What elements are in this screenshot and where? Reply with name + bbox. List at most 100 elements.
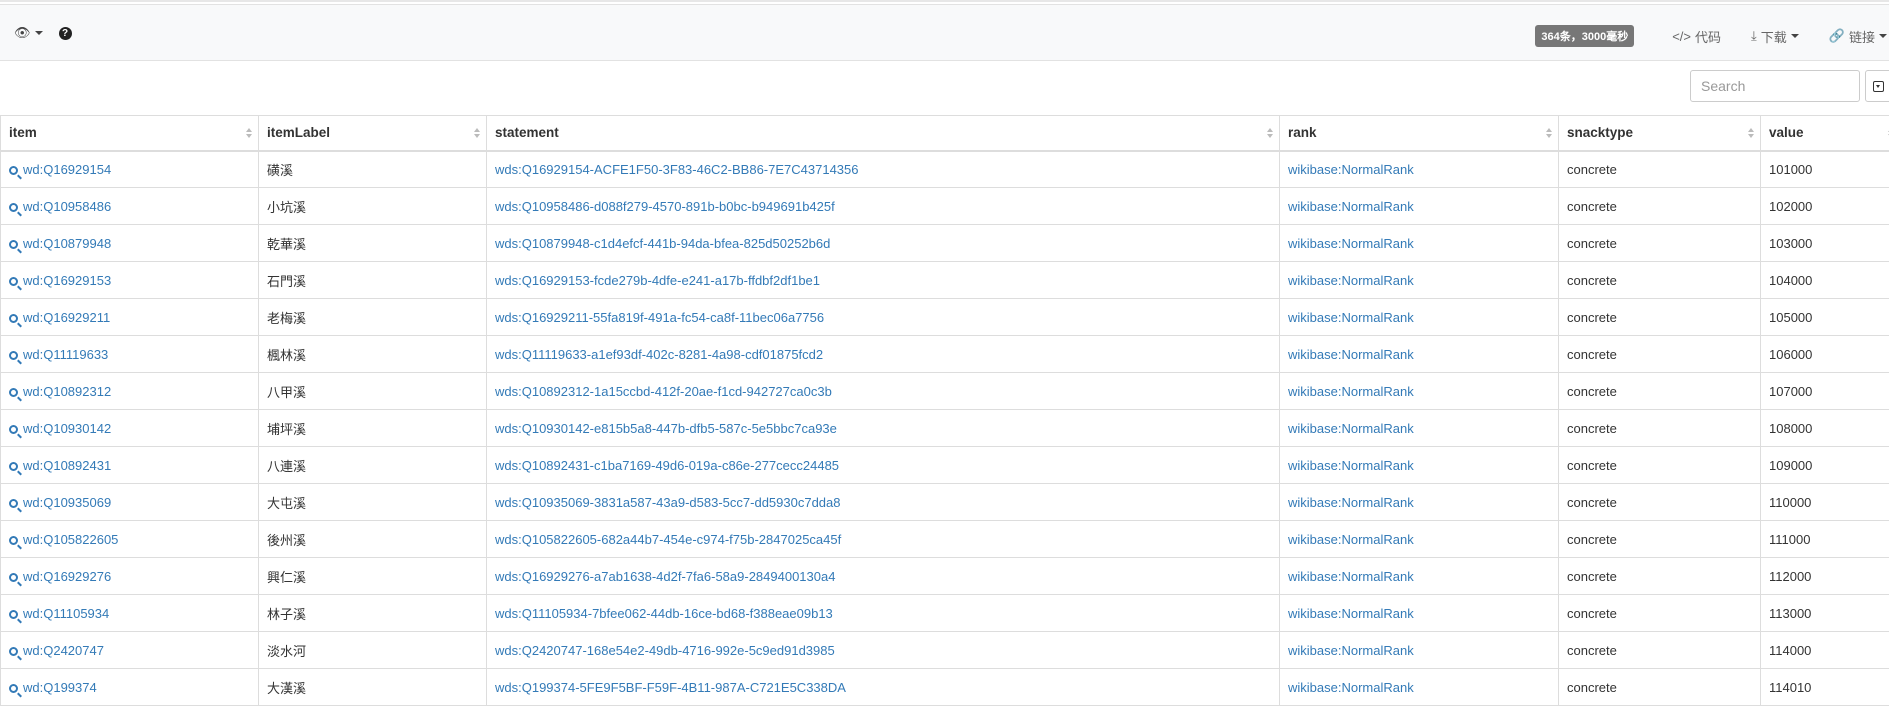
search-icon[interactable]: [9, 610, 18, 619]
statement-link[interactable]: wds:Q10935069-3831a587-43a9-d583-5cc7-dd…: [495, 495, 841, 510]
top-border: [0, 0, 1889, 2]
cell-itemlabel: 磺溪: [259, 151, 487, 188]
column-header-label: snacktype: [1567, 125, 1633, 140]
item-link[interactable]: wd:Q11105934: [23, 606, 109, 621]
statement-link[interactable]: wds:Q16929211-55fa819f-491a-fc54-ca8f-11…: [495, 310, 824, 325]
search-icon[interactable]: [9, 536, 18, 545]
table-row: wd:Q11119633楓林溪wds:Q11119633-a1ef93df-40…: [1, 336, 1889, 373]
statement-link[interactable]: wds:Q2420747-168e54e2-49db-4716-992e-5c9…: [495, 643, 835, 658]
display-mode-button[interactable]: 👁: [14, 25, 43, 41]
column-header-label: item: [9, 125, 37, 140]
search-icon[interactable]: [9, 573, 18, 582]
rank-link[interactable]: wikibase:NormalRank: [1288, 458, 1414, 473]
search-icon[interactable]: [9, 647, 18, 656]
search-icon[interactable]: [9, 499, 18, 508]
cell-value: 113000: [1761, 595, 1889, 632]
statement-link[interactable]: wds:Q16929276-a7ab1638-4d2f-7fa6-58a9-28…: [495, 569, 835, 584]
search-icon[interactable]: [9, 388, 18, 397]
item-link[interactable]: wd:Q11119633: [23, 347, 108, 362]
cell-item: wd:Q199374: [1, 669, 259, 706]
item-link[interactable]: wd:Q16929276: [23, 569, 111, 584]
table-row: wd:Q16929276興仁溪wds:Q16929276-a7ab1638-4d…: [1, 558, 1889, 595]
rank-link[interactable]: wikibase:NormalRank: [1288, 532, 1414, 547]
column-header-itemlabel[interactable]: itemLabel: [259, 116, 487, 151]
search-icon[interactable]: [9, 203, 18, 212]
search-icon[interactable]: [9, 462, 18, 471]
statement-link[interactable]: wds:Q11105934-7bfee062-44db-16ce-bd68-f3…: [495, 606, 833, 621]
statement-link[interactable]: wds:Q16929154-ACFE1F50-3F83-46C2-BB86-7E…: [495, 162, 859, 177]
item-link[interactable]: wd:Q10935069: [23, 495, 111, 510]
statement-link[interactable]: wds:Q199374-5FE9F5BF-F59F-4B11-987A-C721…: [495, 680, 846, 695]
statement-link[interactable]: wds:Q105822605-682a44b7-454e-c974-f75b-2…: [495, 532, 841, 547]
rank-link[interactable]: wikibase:NormalRank: [1288, 569, 1414, 584]
cell-statement: wds:Q16929276-a7ab1638-4d2f-7fa6-58a9-28…: [487, 558, 1280, 595]
help-icon[interactable]: ?: [59, 27, 72, 40]
cell-statement: wds:Q11119633-a1ef93df-402c-8281-4a98-cd…: [487, 336, 1280, 373]
search-icon[interactable]: [9, 425, 18, 434]
column-header-statement[interactable]: statement: [487, 116, 1280, 151]
rank-link[interactable]: wikibase:NormalRank: [1288, 162, 1414, 177]
rank-link[interactable]: wikibase:NormalRank: [1288, 680, 1414, 695]
rank-link[interactable]: wikibase:NormalRank: [1288, 310, 1414, 325]
results-table: item itemLabel statement rank snacktype …: [0, 115, 1889, 706]
statement-link[interactable]: wds:Q10958486-d088f279-4570-891b-b0bc-b9…: [495, 199, 835, 214]
cell-item: wd:Q10892312: [1, 373, 259, 410]
item-link[interactable]: wd:Q10930142: [23, 421, 111, 436]
statement-link[interactable]: wds:Q10892312-1a15ccbd-412f-20ae-f1cd-94…: [495, 384, 832, 399]
item-link[interactable]: wd:Q2420747: [23, 643, 104, 658]
rank-link[interactable]: wikibase:NormalRank: [1288, 199, 1414, 214]
rank-link[interactable]: wikibase:NormalRank: [1288, 495, 1414, 510]
cell-rank: wikibase:NormalRank: [1280, 299, 1559, 336]
code-button[interactable]: </> 代码: [1672, 27, 1721, 46]
rank-link[interactable]: wikibase:NormalRank: [1288, 236, 1414, 251]
item-link[interactable]: wd:Q16929153: [23, 273, 111, 288]
columns-toggle-button[interactable]: [1865, 70, 1889, 102]
search-input[interactable]: [1690, 70, 1860, 102]
search-icon[interactable]: [9, 314, 18, 323]
search-icon[interactable]: [9, 277, 18, 286]
cell-value: 106000: [1761, 336, 1889, 373]
item-link[interactable]: wd:Q10958486: [23, 199, 111, 214]
item-link[interactable]: wd:Q10892431: [23, 458, 111, 473]
column-header-snacktype[interactable]: snacktype: [1559, 116, 1761, 151]
column-header-value[interactable]: value: [1761, 116, 1889, 151]
statement-link[interactable]: wds:Q10930142-e815b5a8-447b-dfb5-587c-5e…: [495, 421, 837, 436]
item-link[interactable]: wd:Q16929211: [23, 310, 110, 325]
column-header-rank[interactable]: rank: [1280, 116, 1559, 151]
column-header-label: rank: [1288, 125, 1317, 140]
link-button[interactable]: 🔗 链接: [1829, 27, 1887, 46]
item-link[interactable]: wd:Q10892312: [23, 384, 111, 399]
table-row: wd:Q10935069大屯溪wds:Q10935069-3831a587-43…: [1, 484, 1889, 521]
statement-link[interactable]: wds:Q10892431-c1ba7169-49d6-019a-c86e-27…: [495, 458, 839, 473]
cell-statement: wds:Q16929211-55fa819f-491a-fc54-ca8f-11…: [487, 299, 1280, 336]
rank-link[interactable]: wikibase:NormalRank: [1288, 421, 1414, 436]
table-row: wd:Q2420747淡水河wds:Q2420747-168e54e2-49db…: [1, 632, 1889, 669]
statement-link[interactable]: wds:Q10879948-c1d4efcf-441b-94da-bfea-82…: [495, 236, 830, 251]
search-icon[interactable]: [9, 351, 18, 360]
cell-item: wd:Q16929153: [1, 262, 259, 299]
column-header-item[interactable]: item: [1, 116, 259, 151]
statement-link[interactable]: wds:Q11119633-a1ef93df-402c-8281-4a98-cd…: [495, 347, 823, 362]
cell-rank: wikibase:NormalRank: [1280, 447, 1559, 484]
cell-snacktype: concrete: [1559, 373, 1761, 410]
statement-link[interactable]: wds:Q16929153-fcde279b-4dfe-e241-a17b-ff…: [495, 273, 820, 288]
results-toolbar: 👁 ? 364条，3000毫秒 </> 代码 ⤓ 下载 🔗 链接: [0, 4, 1889, 61]
code-icon: </>: [1672, 29, 1691, 44]
search-icon[interactable]: [9, 240, 18, 249]
rank-link[interactable]: wikibase:NormalRank: [1288, 643, 1414, 658]
item-link[interactable]: wd:Q16929154: [23, 162, 111, 177]
rank-link[interactable]: wikibase:NormalRank: [1288, 606, 1414, 621]
cell-value: 109000: [1761, 447, 1889, 484]
item-link[interactable]: wd:Q105822605: [23, 532, 118, 547]
cell-snacktype: concrete: [1559, 225, 1761, 262]
rank-link[interactable]: wikibase:NormalRank: [1288, 347, 1414, 362]
item-link[interactable]: wd:Q199374: [23, 680, 97, 695]
rank-link[interactable]: wikibase:NormalRank: [1288, 384, 1414, 399]
search-icon[interactable]: [9, 684, 18, 693]
cell-rank: wikibase:NormalRank: [1280, 410, 1559, 447]
rank-link[interactable]: wikibase:NormalRank: [1288, 273, 1414, 288]
item-link[interactable]: wd:Q10879948: [23, 236, 111, 251]
cell-value: 110000: [1761, 484, 1889, 521]
search-icon[interactable]: [9, 166, 18, 175]
download-button[interactable]: ⤓ 下载: [1751, 27, 1799, 46]
